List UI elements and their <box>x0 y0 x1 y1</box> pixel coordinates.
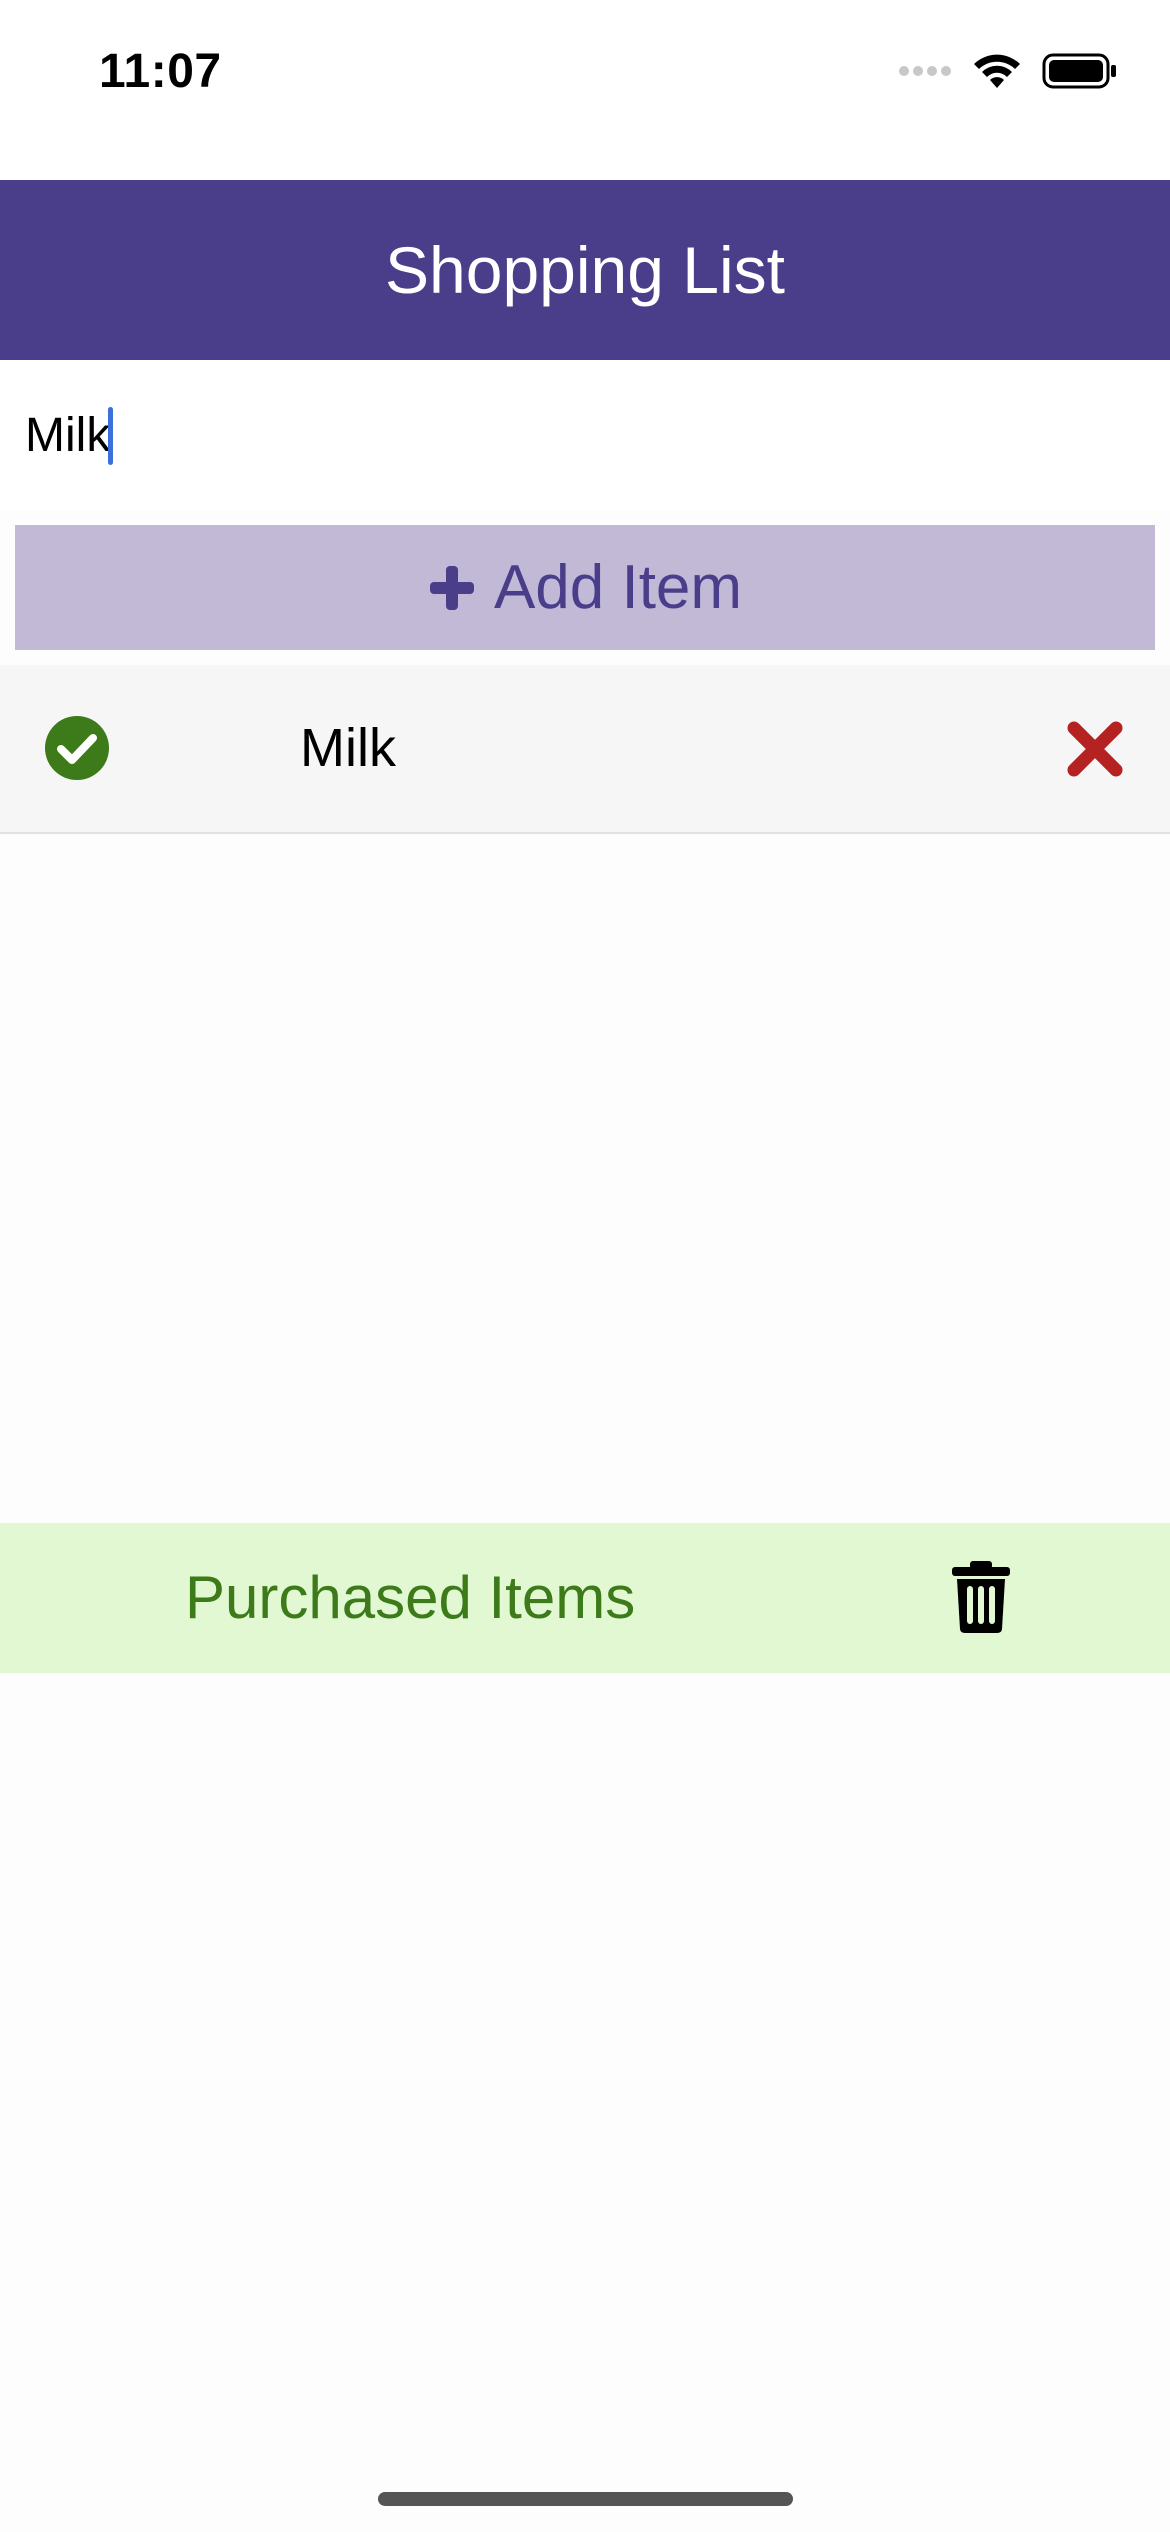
page-title: Shopping List <box>385 233 785 307</box>
purchased-items-bar[interactable]: Purchased Items <box>0 1523 1170 1673</box>
list-item: Milk <box>0 665 1170 834</box>
add-item-button[interactable]: Add Item <box>15 525 1155 650</box>
text-cursor <box>108 407 113 465</box>
status-bar: 11:07 <box>0 0 1170 180</box>
item-name-input[interactable] <box>25 400 1145 470</box>
app-header: Shopping List <box>0 180 1170 360</box>
check-circle-icon[interactable] <box>43 714 111 782</box>
trash-icon[interactable] <box>950 1561 1012 1633</box>
app-screen: 11:07 Shopping List Milk Add Item Milk P… <box>0 0 1170 2532</box>
item-input-container <box>0 360 1170 510</box>
cellular-signal-icon <box>899 66 951 76</box>
add-item-label: Add Item <box>493 553 743 622</box>
list-item-label: Milk <box>300 718 396 778</box>
plus-icon <box>429 565 474 610</box>
status-icons <box>898 52 1118 90</box>
status-time: 11:07 <box>99 45 222 98</box>
home-indicator <box>378 2492 793 2506</box>
close-x-icon[interactable] <box>1066 720 1124 778</box>
purchased-items-label: Purchased Items <box>185 1564 636 1631</box>
battery-icon <box>1042 53 1116 89</box>
wifi-icon <box>974 54 1020 88</box>
